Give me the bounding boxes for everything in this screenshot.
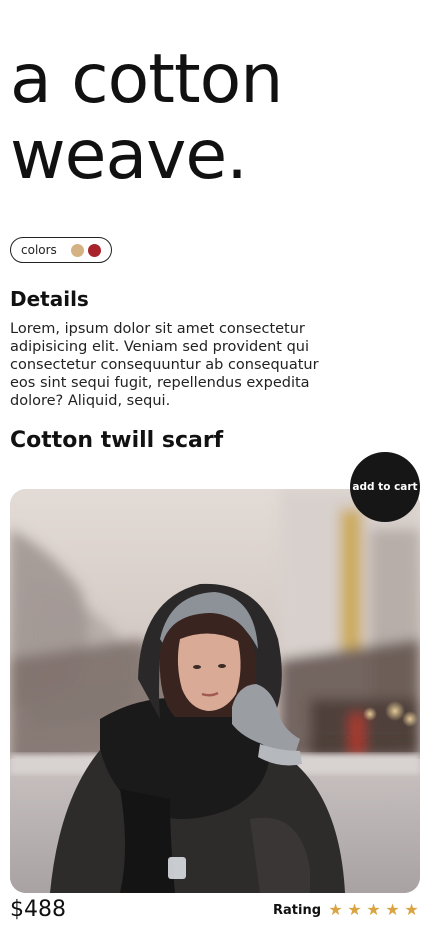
color-swatch-red[interactable] [87,243,101,257]
hero-title-line2: weave. [10,116,248,195]
color-selector[interactable]: colors [10,237,112,263]
details-heading: Details [10,287,89,311]
hero-title: a cotton weave. [10,42,420,194]
details-description: Lorem, ipsum dolor sit amet consectetur … [10,321,319,409]
star-icon: ★ [385,900,400,919]
hero-title-line1: a cotton [10,40,283,119]
add-to-cart-button[interactable]: add to cart [350,452,420,522]
product-price: $488 [10,897,66,922]
colors-label: colors [21,243,57,257]
star-icon: ★ [404,900,419,919]
rating-label: Rating [272,902,321,918]
star-icon: ★ [347,900,362,919]
product-rating: Rating ★ ★ ★ ★ ★ [273,900,420,920]
product-name: Cotton twill scarf [10,428,224,453]
star-icon: ★ [366,900,381,919]
star-icon: ★ [328,900,343,919]
product-photo-illustration [10,489,420,893]
color-swatch-tan[interactable] [70,243,84,257]
product-image [10,489,420,893]
